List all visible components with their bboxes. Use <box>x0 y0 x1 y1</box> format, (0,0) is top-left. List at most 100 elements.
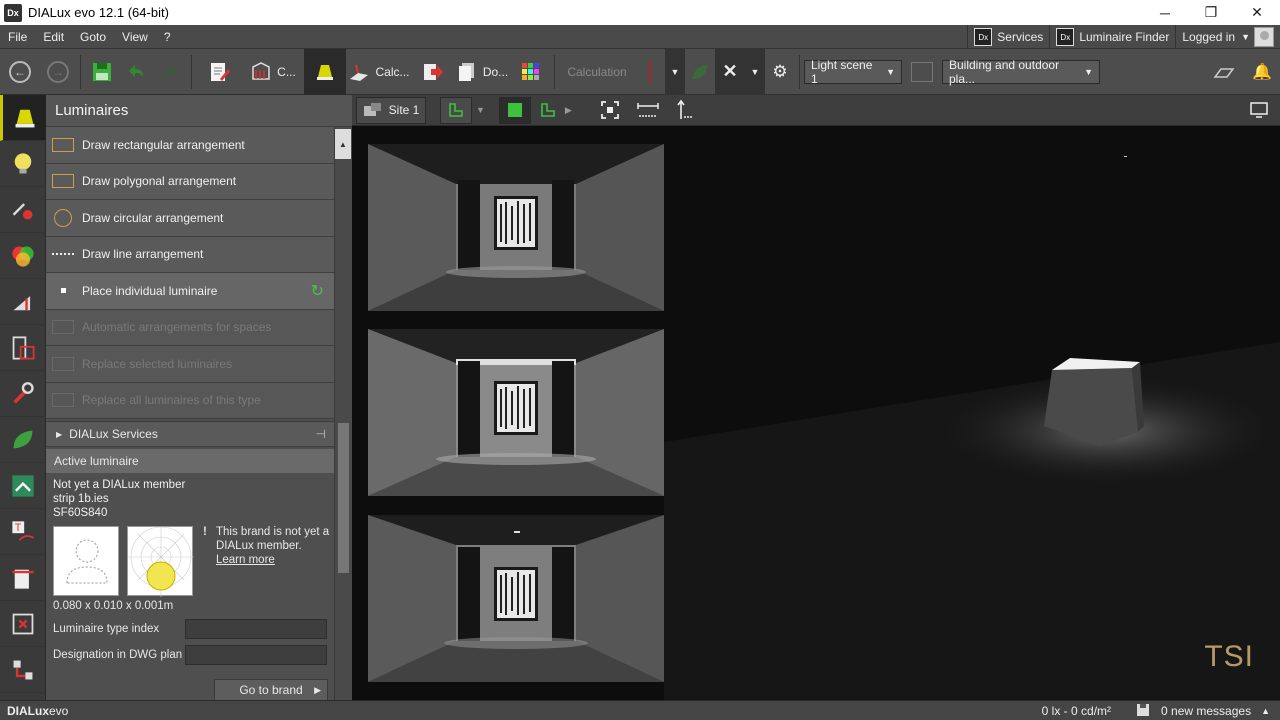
render-image[interactable] <box>368 329 664 496</box>
height-tool-button[interactable] <box>670 97 700 124</box>
chevron-right-icon[interactable]: ▶ <box>565 105 572 116</box>
light-distribution-curve[interactable] <box>127 526 194 597</box>
view-2d-button[interactable] <box>535 97 561 124</box>
chevron-up-icon[interactable]: ▲ <box>1261 706 1270 716</box>
export-button[interactable] <box>412 49 452 95</box>
save-button[interactable] <box>85 49 119 95</box>
render-image[interactable] <box>368 144 664 311</box>
display-options-button[interactable] <box>1244 97 1274 124</box>
leaf-icon <box>693 64 707 79</box>
refresh-icon[interactable]: ↻ <box>311 281 324 301</box>
cancel-dropdown-button[interactable]: ▼ <box>745 48 765 95</box>
light-scene-preview-button[interactable] <box>902 49 942 95</box>
floppy-disk-icon <box>1137 703 1150 719</box>
cut-plane-icon <box>12 569 34 589</box>
status-brand: DIALuxevo <box>0 704 68 718</box>
document-edit-icon <box>211 62 230 81</box>
cancel-calc-button[interactable]: ✕ <box>715 48 745 95</box>
menu-file[interactable]: File <box>0 25 35 49</box>
luminaires-tab-button[interactable] <box>304 48 346 95</box>
floor-plan-mode-button[interactable] <box>0 325 46 371</box>
view-3d-button[interactable] <box>498 96 531 124</box>
rect-arrangement-icon <box>52 137 74 152</box>
circuit-mode-button[interactable] <box>0 647 46 693</box>
luminaires-mode-button[interactable] <box>0 95 46 141</box>
light-control-mode-button[interactable] <box>0 279 46 325</box>
bell-icon: 🔔 <box>1252 63 1272 81</box>
delete-mode-button[interactable] <box>0 601 46 647</box>
documentation-button[interactable]: Do... <box>452 49 512 95</box>
restore-button[interactable]: ❐ <box>1188 0 1234 25</box>
render-image[interactable] <box>368 515 664 682</box>
leaf-button[interactable] <box>685 49 715 95</box>
tool-label: Place individual luminaire <box>82 283 218 298</box>
color-circles-icon <box>12 246 34 267</box>
construction-button[interactable]: C... <box>242 49 304 95</box>
type-index-input[interactable] <box>185 619 327 639</box>
learn-more-link[interactable]: Learn more <box>216 553 334 567</box>
minimize-button[interactable]: ─ <box>1142 0 1188 25</box>
chevron-down-icon[interactable]: ▼ <box>476 105 485 115</box>
go-to-brand-button[interactable]: Go to brand ▶ <box>214 679 328 701</box>
menu-goto[interactable]: Goto <box>72 25 114 49</box>
cut-mode-button[interactable] <box>0 555 46 601</box>
measure-button[interactable] <box>630 97 666 124</box>
notifications-button[interactable]: 🔔 <box>1244 49 1280 95</box>
luminaire-finder-button[interactable]: Dx Luminaire Finder <box>1049 25 1175 49</box>
separator <box>799 54 800 89</box>
zoom-fit-button[interactable] <box>594 97 626 124</box>
storey-button[interactable] <box>440 96 472 124</box>
dialux-services-header[interactable]: ▶ DIALux Services ⊣ <box>46 421 334 447</box>
account-button[interactable]: Logged in ▼ <box>1175 25 1280 49</box>
elevation-arrow-icon <box>677 99 693 119</box>
polygon-arrangement-icon <box>52 174 74 189</box>
redo-button[interactable] <box>153 49 187 95</box>
settings-button[interactable]: ⚙ <box>765 49 795 95</box>
active-luminaire-scrollbar[interactable] <box>334 421 352 700</box>
tool-list-scrollbar[interactable]: ▲ <box>334 127 352 421</box>
back-button[interactable]: ← <box>0 49 40 95</box>
emergency-mode-button[interactable] <box>0 463 46 509</box>
wand-icon <box>52 320 74 335</box>
3d-viewport[interactable]: TSI <box>352 126 1280 700</box>
menu-view[interactable]: View <box>114 25 156 49</box>
calc-dropdown-button[interactable]: ▼ <box>665 48 685 95</box>
light-bulb-mode-button[interactable] <box>0 141 46 187</box>
services-button[interactable]: Dx Services <box>967 25 1049 49</box>
construction-label: C... <box>277 64 296 79</box>
tools-mode-button[interactable] <box>0 371 46 417</box>
scroll-up-icon[interactable]: ▲ <box>335 129 351 159</box>
scrollbar-thumb[interactable] <box>338 423 349 573</box>
gallery-button[interactable] <box>512 49 550 95</box>
luminaire-image-placeholder[interactable] <box>53 526 119 596</box>
forward-button[interactable]: → <box>40 49 76 95</box>
pin-icon[interactable]: ⊣ <box>316 427 326 441</box>
tool-polygonal-arrangement[interactable]: Draw polygonal arrangement <box>46 163 334 200</box>
close-window-button[interactable]: ✕ <box>1234 0 1280 25</box>
menu-edit[interactable]: Edit <box>35 25 72 49</box>
tool-rectangular-arrangement[interactable]: Draw rectangular arrangement <box>46 127 334 164</box>
tool-place-individual[interactable]: Place individual luminaire ↻ <box>46 273 334 310</box>
menu-help[interactable]: ? <box>156 25 179 49</box>
dwg-designation-input[interactable] <box>185 645 327 665</box>
calculation-objects-button[interactable]: Calc... <box>346 49 412 95</box>
construction-icon <box>252 61 270 80</box>
planning-mode-select[interactable]: Building and outdoor pla... ▼ <box>942 58 1100 86</box>
tool-label: Replace all luminaires of this type <box>82 393 261 408</box>
undo-button[interactable] <box>119 49 153 95</box>
energy-mode-button[interactable] <box>0 417 46 463</box>
circuit-icon <box>13 660 33 679</box>
project-info-button[interactable] <box>196 49 242 95</box>
tool-circular-arrangement[interactable]: Draw circular arrangement <box>46 200 334 237</box>
surface-button[interactable] <box>1204 49 1244 95</box>
site-button[interactable]: Site 1 <box>356 96 426 124</box>
delete-frame-icon <box>12 613 34 634</box>
aiming-mode-button[interactable] <box>0 187 46 233</box>
calculation-button[interactable]: Calculation <box>559 49 635 95</box>
light-scene-select[interactable]: Light scene 1 ▼ <box>804 58 902 86</box>
colors-mode-button[interactable] <box>0 233 46 279</box>
tool-line-arrangement[interactable]: Draw line arrangement <box>46 236 334 273</box>
text-mode-button[interactable]: T <box>0 509 46 555</box>
avatar <box>1254 27 1274 47</box>
messages-count[interactable]: 0 new messages <box>1161 704 1251 718</box>
